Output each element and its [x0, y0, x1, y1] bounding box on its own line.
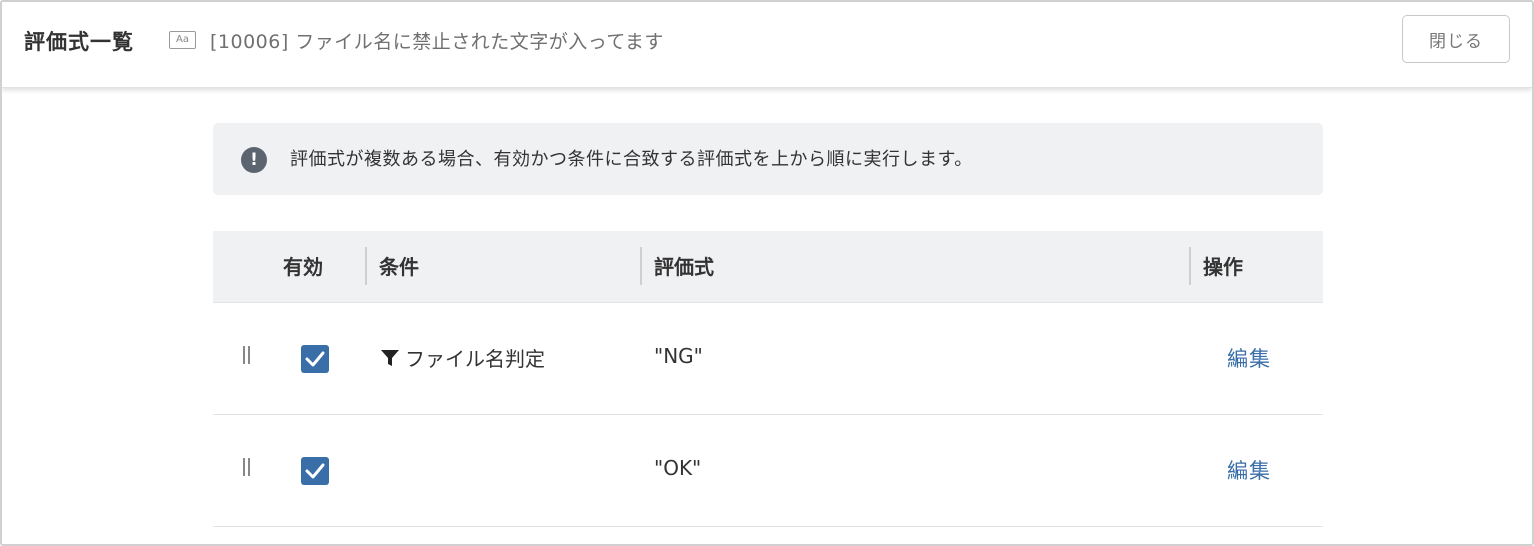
column-divider[interactable]	[640, 247, 642, 285]
edit-link[interactable]: 編集	[1227, 455, 1271, 485]
info-banner: ! 評価式が複数ある場合、有効かつ条件に合致する評価式を上から順に実行します。	[213, 123, 1323, 195]
evaluation-table: 有効 条件 評価式 操作 ファイル名判定 "NG" 編集 "OK" 編集	[213, 231, 1323, 527]
edit-link[interactable]: 編集	[1227, 343, 1271, 373]
table-row: ファイル名判定 "NG" 編集	[213, 303, 1323, 415]
enabled-checkbox[interactable]	[301, 345, 329, 373]
condition-label: ファイル名判定	[405, 347, 545, 371]
evaluation-dialog: 評価式一覧 Aa [10006] ファイル名に禁止された文字が入ってます 閉じる…	[0, 0, 1534, 546]
dialog-header: 評価式一覧 Aa [10006] ファイル名に禁止された文字が入ってます 閉じる	[2, 2, 1532, 88]
column-divider[interactable]	[365, 247, 367, 285]
filter-icon	[381, 349, 399, 366]
table-row: "OK" 編集	[213, 415, 1323, 527]
expression-cell: "OK"	[654, 456, 702, 480]
expression-cell: "NG"	[654, 344, 703, 368]
table-header: 有効 条件 評価式 操作	[213, 231, 1323, 303]
drag-handle-icon[interactable]	[243, 458, 251, 478]
column-divider[interactable]	[1189, 247, 1191, 285]
close-button[interactable]: 閉じる	[1402, 15, 1510, 63]
enabled-checkbox[interactable]	[301, 457, 329, 485]
column-header-action: 操作	[1203, 255, 1243, 279]
info-message: 評価式が複数ある場合、有効かつ条件に合致する評価式を上から順に実行します。	[290, 149, 973, 170]
exclamation-circle-icon: !	[241, 147, 267, 173]
column-header-expression: 評価式	[654, 255, 714, 279]
page-title: 評価式一覧	[24, 30, 134, 54]
text-rule-icon: Aa	[169, 31, 196, 49]
rule-name: [10006] ファイル名に禁止された文字が入ってます	[210, 31, 664, 53]
column-header-enabled: 有効	[283, 255, 323, 279]
column-header-condition: 条件	[379, 255, 419, 279]
drag-handle-icon[interactable]	[243, 346, 251, 366]
condition-cell: ファイル名判定	[379, 343, 545, 372]
